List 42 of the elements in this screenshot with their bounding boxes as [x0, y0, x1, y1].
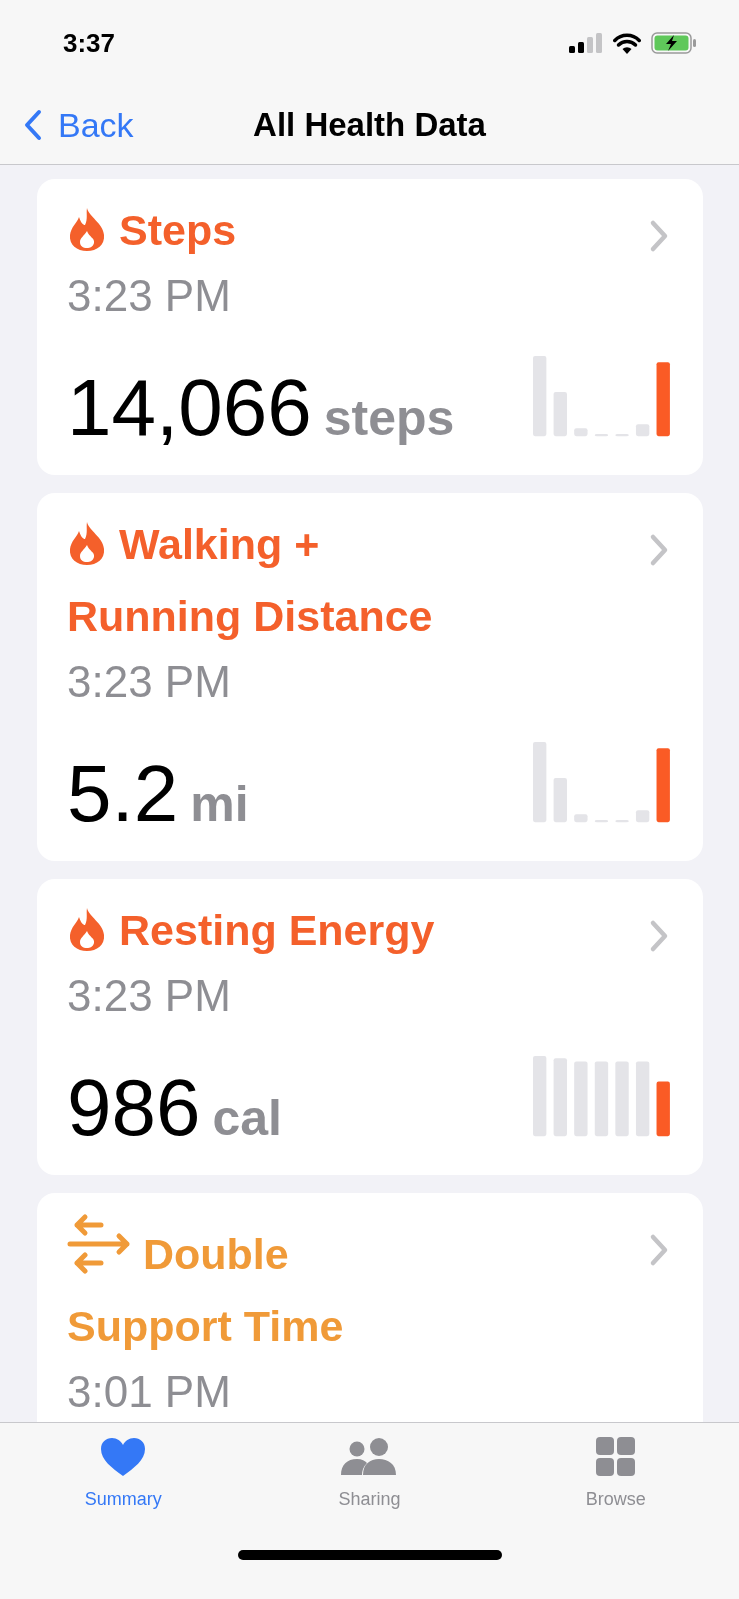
card-time: 3:23 PM: [67, 971, 232, 1021]
chevron-icon: [649, 1233, 669, 1267]
card-value: 5.2: [67, 749, 179, 839]
chart-bar: [635, 424, 650, 437]
card-unit: cal: [212, 1089, 282, 1147]
chevron-icon: [649, 919, 669, 953]
chart-bar: [553, 778, 567, 823]
chevron-icon: [649, 533, 669, 567]
card-title: Steps: [119, 206, 237, 254]
tab-item[interactable]: Browse: [535, 1437, 696, 1510]
health-card[interactable]: Walking + Running Distance 3:23 PM 5.2 mi: [37, 493, 703, 861]
card-time: 3:23 PM: [67, 657, 232, 707]
chevron-left-icon: [24, 109, 42, 141]
card-time: 3:01 PM: [67, 1367, 232, 1417]
tab-item[interactable]: Summary: [43, 1437, 204, 1510]
chevron-icon: [649, 219, 669, 253]
card-time: 3:23 PM: [67, 271, 232, 321]
card-unit: mi: [190, 775, 249, 833]
card-value: 14,066: [67, 363, 312, 453]
card-title: Double Support Time: [67, 1230, 344, 1350]
chart-bar: [574, 428, 588, 437]
battery-charging-icon: [651, 32, 697, 54]
nav-title: All Health Data: [253, 106, 486, 144]
card-unit: steps: [323, 389, 455, 447]
card-value: 986: [67, 1063, 201, 1153]
people-icon: [341, 1437, 398, 1477]
wifi-icon: [613, 32, 641, 54]
chart-bar: [635, 810, 650, 823]
chart-bar: [574, 814, 588, 823]
chart-bar: [553, 392, 567, 437]
health-card[interactable]: Double Support Time 3:01 PM: [37, 1193, 703, 1422]
chart-bar: [656, 1081, 670, 1137]
heart-icon: [100, 1437, 147, 1477]
tab-item[interactable]: Sharing: [289, 1437, 450, 1510]
status-time: 3:37: [63, 27, 116, 59]
back-button[interactable]: Back: [24, 105, 134, 145]
signal-icon: [569, 33, 603, 53]
grid-icon: [595, 1437, 636, 1477]
health-card[interactable]: Steps 3:23 PM 14,066 steps: [37, 179, 703, 475]
card-title: Walking + Running Distance: [67, 520, 433, 640]
health-card[interactable]: Resting Energy 3:23 PM 986 cal: [37, 879, 703, 1175]
card-title: Resting Energy: [119, 906, 435, 954]
